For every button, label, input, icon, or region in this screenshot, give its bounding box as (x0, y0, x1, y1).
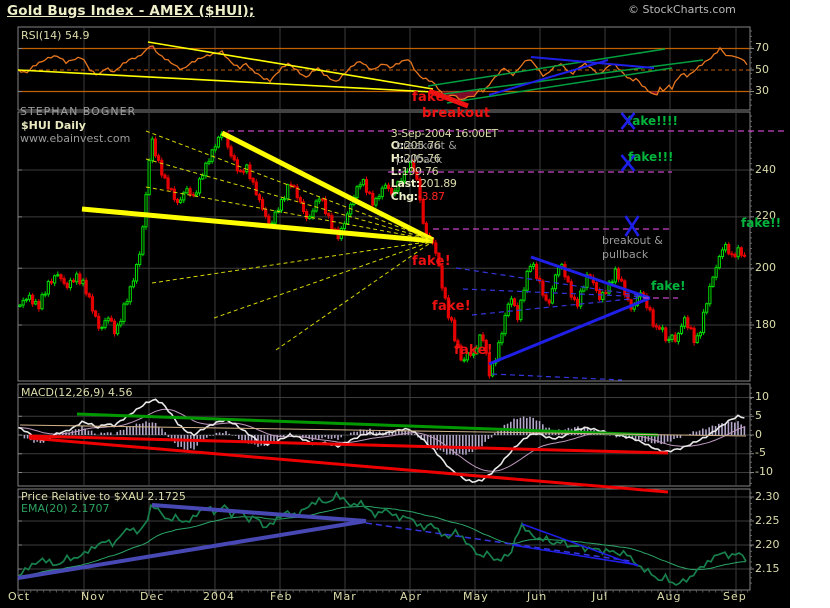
rsi-axis-label: 50 (755, 62, 769, 76)
quote-date: 3-Sep-2004 (390, 126, 452, 140)
month-label-2004: 2004 (203, 590, 235, 603)
macd-axis-label: -10 (755, 465, 773, 478)
annotation-text: fake! (651, 279, 686, 293)
macd-axis-label: 0 (755, 427, 762, 441)
macd-axis-label: 10 (755, 390, 769, 403)
annotation-text: fake (412, 90, 445, 105)
pr-axis-label: 2.15 (755, 561, 780, 575)
month-label-jul: Jul (592, 590, 609, 603)
month-label-apr: Apr (400, 590, 423, 603)
month-label-mar: Mar (333, 590, 357, 603)
rsi-axis-label: 30 (755, 84, 769, 97)
rsi-panel-label: RSI(14) 54.9 (21, 29, 90, 42)
annotation-text: fake!!! (628, 150, 674, 164)
macd-panel-label: MACD(12,26,9) 4.56 (21, 386, 133, 399)
annotation-text: fake!!!! (627, 114, 679, 128)
annotation-text: breakout & (396, 139, 457, 152)
month-label-may: May (463, 590, 489, 603)
site-watermark: www.ebainvest.com (20, 132, 131, 145)
annotation-text: pullback (396, 153, 443, 166)
month-label-oct: Oct (8, 590, 31, 603)
chg-value: -3.87 (417, 189, 445, 203)
author-watermark: STEPHAN BOGNER (20, 105, 137, 118)
month-label-sep: Sep (723, 590, 747, 603)
month-label-dec: Dec (140, 590, 165, 603)
pr-axis-label: 2.25 (755, 513, 780, 527)
month-label-aug: Aug (657, 590, 682, 603)
pr-ema-label: EMA(20) 2.1707 (21, 502, 110, 515)
annotation-text: fake! (454, 343, 493, 358)
annotation-text: fake! (432, 299, 471, 314)
annotation-text: breakout & (602, 234, 663, 247)
pr-axis-label: 2.20 (755, 537, 780, 551)
annotation-text: pullback (602, 248, 649, 261)
price-axis-label: 180 (755, 317, 776, 331)
symbol-label: $HUI Daily (21, 119, 86, 132)
annotation-text: fake! (412, 254, 451, 269)
annotation-text: breakout (422, 106, 491, 121)
month-label-jun: Jun (527, 590, 548, 603)
last-label: Last: (390, 177, 420, 191)
chg-label: Chg: (390, 189, 418, 203)
macd-axis-label: -5 (755, 446, 766, 460)
macd-axis-label: 5 (755, 408, 762, 422)
chart-page: Gold Bugs Index - AMEX ($HUI); © StockCh… (0, 0, 830, 608)
price-axis-label: 240 (755, 162, 776, 176)
annotation-text: fake!! (741, 216, 782, 230)
rsi-axis-label: 70 (755, 41, 769, 54)
month-label-feb: Feb (270, 590, 293, 603)
pr-axis-label: 2.30 (755, 489, 780, 503)
month-label-nov: Nov (81, 590, 106, 603)
price-axis-label: 200 (755, 260, 776, 274)
quote-time: 16:00ET (454, 126, 499, 140)
last-value: 201.89 (419, 177, 457, 191)
